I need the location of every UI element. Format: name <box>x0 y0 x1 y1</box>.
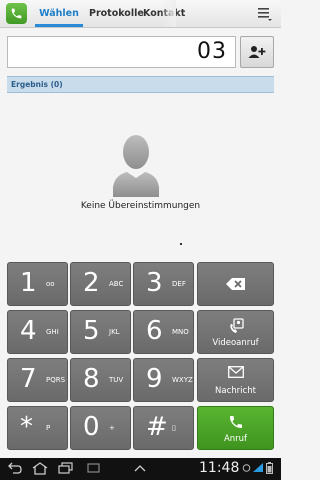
dial-key-digit: 1 <box>20 268 37 298</box>
dial-key-5[interactable]: 5 JKL <box>70 310 131 354</box>
dial-key-6[interactable]: 6 MNO <box>133 310 194 354</box>
dial-key-1[interactable]: 1 oo <box>7 262 68 306</box>
home-icon[interactable] <box>32 462 48 475</box>
dial-key-letters: TUV <box>109 376 124 384</box>
call-button[interactable]: Anruf <box>197 406 274 450</box>
dial-key-letters: PQRS <box>46 376 66 384</box>
delete-button[interactable] <box>197 262 274 306</box>
dial-key-letters: + <box>109 424 115 432</box>
person-silhouette-icon <box>109 131 163 197</box>
dial-number-field[interactable]: 03 <box>7 36 236 68</box>
recent-apps-icon[interactable] <box>58 462 73 474</box>
dial-key-digit: 7 <box>20 364 37 394</box>
dial-key-digit: 0 <box>83 412 100 442</box>
dial-key-letters: ABC <box>109 280 124 288</box>
tab-overflow-fade <box>160 0 176 27</box>
dial-number-text: 03 <box>197 39 227 64</box>
dial-key-letters: oo <box>46 280 55 288</box>
dial-key-letters: JKL <box>109 328 120 336</box>
envelope-icon <box>227 366 244 378</box>
tab-dialer[interactable]: Wählen <box>35 0 83 27</box>
dial-key-2[interactable]: 2 ABC <box>70 262 131 306</box>
chevron-up-icon[interactable] <box>134 465 146 472</box>
dial-key-4[interactable]: 4 GHI <box>7 310 68 354</box>
top-tab-bar: Wählen Protokolle Kontakt <box>0 0 281 28</box>
menu-icon[interactable] <box>257 6 273 21</box>
dial-key-letters: ▯ <box>172 424 176 432</box>
dial-key-letters: P <box>46 424 51 432</box>
dial-key-digit: * <box>20 412 33 442</box>
dial-key-star[interactable]: * P <box>7 406 68 450</box>
tab-logs[interactable]: Protokolle <box>89 0 144 27</box>
dial-key-digit: 3 <box>146 268 163 298</box>
dial-key-7[interactable]: 7 PQRS <box>7 358 68 402</box>
dial-key-digit: 5 <box>83 316 100 346</box>
phone-icon <box>229 416 242 428</box>
dial-key-8[interactable]: 8 TUV <box>70 358 131 402</box>
dial-key-digit: 6 <box>146 316 163 346</box>
video-call-icon <box>229 318 244 333</box>
dial-key-letters: GHI <box>46 328 59 336</box>
alarm-icon <box>242 464 251 472</box>
dial-key-digit: 8 <box>83 364 100 394</box>
no-matches-text: Keine Übereinstimmungen <box>80 201 201 211</box>
back-icon[interactable] <box>8 462 22 474</box>
dial-key-0[interactable]: 0 + <box>70 406 131 450</box>
result-count-bar: Ergebnis (0) <box>7 76 274 93</box>
dial-key-digit: 9 <box>146 364 163 394</box>
add-contact-button[interactable] <box>240 36 274 68</box>
dial-key-letters: MNO <box>172 328 189 336</box>
dial-key-9[interactable]: 9 WXYZ <box>133 358 194 402</box>
dial-key-letters: DEF <box>172 280 186 288</box>
message-button[interactable]: Nachricht <box>197 358 274 402</box>
phone-app-icon[interactable] <box>6 3 27 24</box>
dial-key-3[interactable]: 3 DEF <box>133 262 194 306</box>
add-contact-icon <box>248 46 266 58</box>
backspace-icon <box>225 278 245 290</box>
status-clock: 11:48 <box>199 460 240 476</box>
dial-key-digit: 2 <box>83 268 100 298</box>
screenshot-icon[interactable] <box>87 462 100 474</box>
battery-icon <box>266 462 273 474</box>
dial-key-letters: WXYZ <box>172 376 193 384</box>
videocall-label: Videoanruf <box>212 338 259 348</box>
system-navigation-bar: 11:48 <box>0 458 281 480</box>
call-label: Anruf <box>223 434 248 444</box>
scroll-dot <box>180 243 182 245</box>
dial-key-digit: # <box>146 412 168 442</box>
videocall-button[interactable]: Videoanruf <box>197 310 274 354</box>
dial-key-hash[interactable]: # ▯ <box>133 406 194 450</box>
message-label: Nachricht <box>215 386 256 396</box>
dial-key-digit: 4 <box>20 316 37 346</box>
wifi-icon <box>253 463 263 472</box>
